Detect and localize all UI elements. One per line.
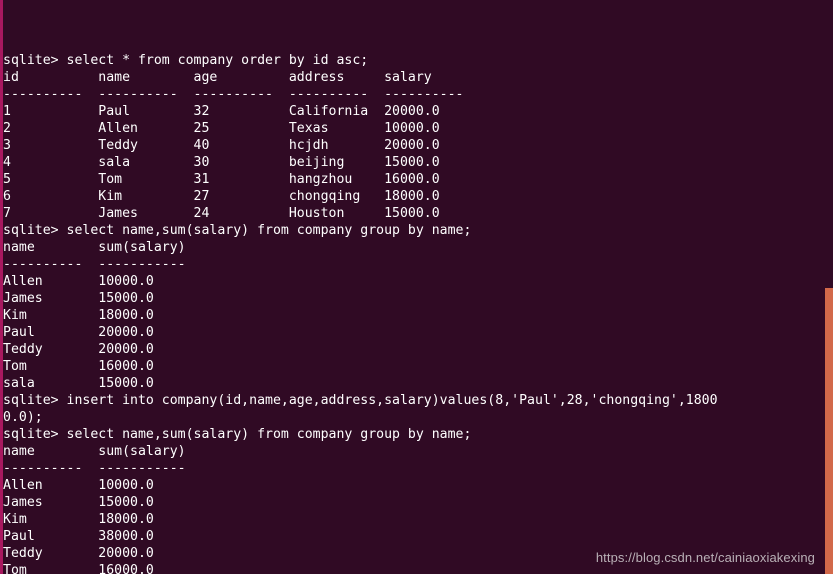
terminal-line: 0.0); — [3, 410, 43, 425]
terminal-line: id name age address salary — [3, 70, 432, 85]
terminal-line: name sum(salary) — [3, 240, 186, 255]
terminal-line: sqlite> select name,sum(salary) from com… — [3, 223, 472, 238]
terminal-line: ---------- ---------- ---------- -------… — [3, 87, 464, 102]
terminal-line: Kim 18000.0 — [3, 512, 154, 527]
terminal-line: Tom 16000.0 — [3, 359, 154, 374]
terminal-line: Kim 18000.0 — [3, 308, 154, 323]
terminal-line: 5 Tom 31 hangzhou 16000.0 — [3, 172, 440, 187]
terminal-line: sala 15000.0 — [3, 376, 154, 391]
watermark-url: https://blog.csdn.net/cainiaoxiakexing — [595, 550, 815, 565]
window-left-edge-stripe — [0, 0, 3, 574]
terminal-line: Allen 10000.0 — [3, 478, 154, 493]
terminal-line: sqlite> select name,sum(salary) from com… — [3, 427, 472, 442]
terminal-line: Paul 38000.0 — [3, 529, 154, 544]
terminal-line: 1 Paul 32 California 20000.0 — [3, 104, 440, 119]
terminal-line: 7 James 24 Houston 15000.0 — [3, 206, 440, 221]
terminal-line: ---------- ----------- — [3, 461, 186, 476]
vertical-scrollbar-thumb[interactable] — [825, 288, 833, 574]
terminal-line: ---------- ----------- — [3, 257, 186, 272]
terminal-window[interactable]: sqlite> select * from company order by i… — [0, 0, 833, 574]
terminal-line: James 15000.0 — [3, 495, 154, 510]
terminal-output-area[interactable]: sqlite> select * from company order by i… — [3, 1, 833, 574]
terminal-line: name sum(salary) — [3, 444, 186, 459]
terminal-line: 2 Allen 25 Texas 10000.0 — [3, 121, 440, 136]
terminal-line: Paul 20000.0 — [3, 325, 154, 340]
terminal-line: James 15000.0 — [3, 291, 154, 306]
terminal-line: sqlite> select * from company order by i… — [3, 53, 369, 68]
vertical-scrollbar-track[interactable] — [825, 0, 833, 574]
terminal-line: 6 Kim 27 chongqing 18000.0 — [3, 189, 440, 204]
terminal-line: sqlite> insert into company(id,name,age,… — [3, 393, 718, 408]
terminal-line: 3 Teddy 40 hcjdh 20000.0 — [3, 138, 440, 153]
terminal-line: 4 sala 30 beijing 15000.0 — [3, 155, 440, 170]
terminal-line: Allen 10000.0 — [3, 274, 154, 289]
terminal-line: Teddy 20000.0 — [3, 342, 154, 357]
